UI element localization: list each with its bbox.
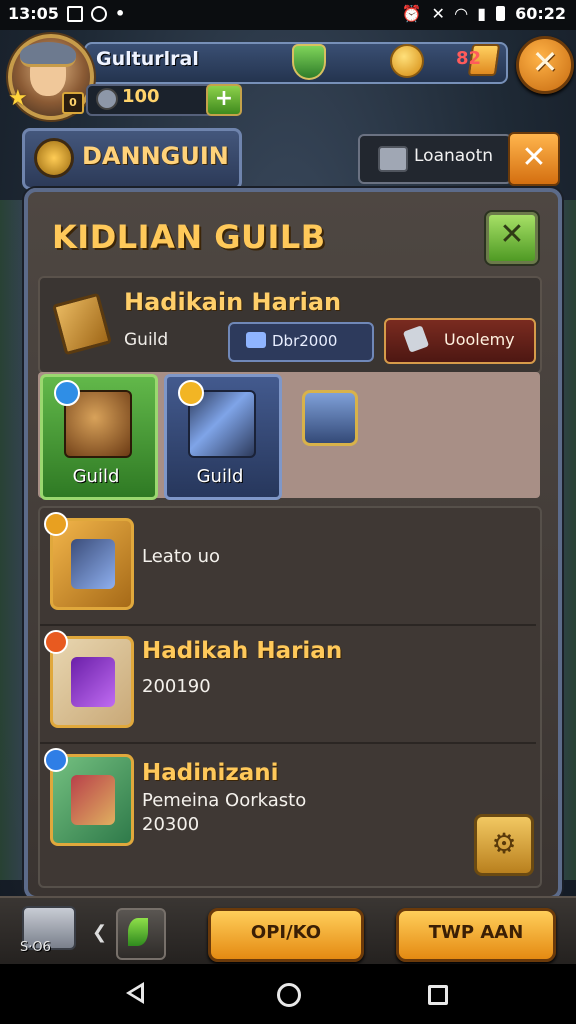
home-icon[interactable]	[277, 983, 301, 1007]
notification-icon	[90, 5, 107, 22]
battery-icon	[496, 6, 506, 21]
item-badge-icon	[44, 748, 68, 772]
player-name: Gulturlral	[96, 48, 199, 70]
academy-label: Uoolemy	[444, 330, 515, 349]
chevron-left-icon[interactable]: ❮	[92, 922, 107, 943]
shield-icon[interactable]	[292, 44, 326, 80]
avatar-helmet	[20, 42, 76, 67]
list-item-value: 20300	[142, 814, 200, 835]
gear-icon: ⚙	[491, 827, 517, 860]
dungeon-tab-label: DANNGUIN	[82, 142, 229, 170]
guild-subtitle: Guild	[124, 330, 169, 350]
tab-badge-icon	[54, 380, 80, 406]
status-bar: 13:05 • ⏰ ✕ ◠ ▮ 60:22	[0, 0, 576, 30]
settings-button[interactable]: ⚙	[474, 814, 534, 876]
energy-value: 100	[122, 86, 160, 107]
status-time-right: 60:22	[515, 4, 566, 23]
primary-action-button[interactable]: OPI/KO	[208, 908, 364, 962]
item-badge-icon	[44, 630, 68, 654]
wifi-icon: ◠	[454, 4, 468, 23]
shop-label: S·O6	[20, 940, 51, 955]
panel-close-button[interactable]: ✕	[486, 212, 538, 264]
location-label: Loanaotn	[414, 146, 494, 166]
tab-guild-1-label: Guild	[72, 466, 120, 487]
panel-title: KIDLIAN GUILB	[52, 218, 326, 256]
level-badge: 0	[62, 92, 84, 114]
add-energy-button[interactable]: +	[206, 84, 242, 116]
list-item-text: 200190	[142, 676, 211, 697]
status-time-left: 13:05	[8, 4, 59, 23]
close-game-button[interactable]: ✕	[516, 36, 574, 94]
secondary-action-label: TWP AAN	[428, 922, 524, 943]
location-close-button[interactable]: ✕	[508, 132, 560, 186]
close-icon: ✕	[499, 217, 525, 252]
crystal-icon	[246, 332, 266, 348]
star-icon: ★	[8, 86, 28, 111]
mute-icon: ✕	[431, 4, 445, 23]
energy-icon	[96, 88, 118, 110]
secondary-action-button[interactable]: TWP AAN	[396, 908, 556, 962]
signal-icon: ▮	[477, 4, 487, 23]
background-foliage-left	[0, 200, 26, 880]
guild-stat-text: Dbr2000	[272, 332, 338, 350]
chest-small-icon	[378, 146, 408, 172]
gem-count: 82	[456, 48, 482, 69]
list-item-text: Pemeina Oorkasto	[142, 790, 307, 811]
close-icon: ✕	[531, 43, 559, 81]
list-item[interactable]: Hadikah Harian 200190	[40, 626, 536, 744]
list-item-text: Leato uo	[142, 546, 221, 567]
list-item-title: Hadinizani	[142, 760, 279, 786]
primary-action-label: OPI/KO	[250, 922, 322, 943]
close-icon: ✕	[521, 140, 547, 175]
list-item[interactable]: Hadinizani Pemeina Oorkasto 20300	[40, 744, 536, 882]
item-badge-icon	[44, 512, 68, 536]
recent-apps-icon[interactable]	[428, 985, 448, 1005]
compass-icon	[34, 138, 74, 178]
message-icon	[66, 5, 83, 22]
list-item-title: Hadikah Harian	[142, 638, 343, 664]
tab-guild-2-label: Guild	[196, 466, 244, 487]
chest-icon[interactable]	[302, 390, 358, 446]
tab-badge-icon	[178, 380, 204, 406]
coin-icon[interactable]	[390, 44, 424, 78]
dot-icon: •	[114, 4, 126, 23]
guild-name: Hadikain Harian	[124, 288, 342, 316]
leaf-icon	[128, 918, 148, 946]
list-item[interactable]: Leato uo	[40, 508, 536, 626]
alarm-icon: ⏰	[401, 4, 422, 23]
